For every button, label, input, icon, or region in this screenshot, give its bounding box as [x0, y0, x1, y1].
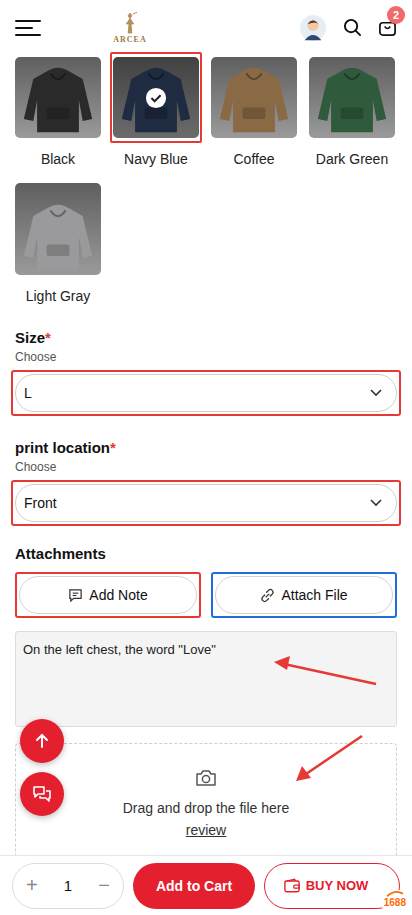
decrease-button[interactable]: − [98, 874, 110, 897]
color-label: Dark Green [316, 151, 388, 167]
note-icon [68, 588, 83, 603]
top-actions: 2 [299, 14, 397, 42]
logo[interactable]: ARCEA [113, 11, 146, 44]
annotation-box: Add Note [15, 572, 201, 618]
camera-icon [195, 768, 217, 788]
hoodie-icon [20, 62, 96, 138]
cart-count-badge: 2 [387, 6, 405, 24]
chat-button[interactable] [20, 772, 64, 816]
color-swatches: Black Navy Blue Coffee Dark Green Light Gray [0, 55, 412, 304]
field-hint: Choose [15, 460, 397, 474]
attachments-title: Attachments [15, 544, 397, 564]
field-hint: Choose [15, 350, 397, 364]
annotation-box: L [11, 370, 401, 416]
color-label: Black [41, 151, 75, 167]
arrow-up-icon [34, 733, 50, 749]
arrow-icon [274, 656, 376, 684]
swatch-image-frame [12, 52, 104, 143]
attachments-section: Attachments Add Note Attach File On the lef… [0, 544, 412, 861]
color-swatch[interactable]: Light Gray [15, 181, 101, 304]
chevron-down-icon [370, 389, 382, 397]
quantity-value[interactable]: 1 [64, 877, 72, 894]
chevron-down-icon [370, 499, 382, 507]
annotation-box: Front [11, 480, 401, 526]
note-textarea[interactable]: On the left chest, the word "Love" [15, 631, 397, 727]
dropzone-text: Drag and drop the file here [123, 800, 290, 816]
required-mark: * [110, 439, 116, 456]
color-label: Light Gray [26, 288, 91, 304]
chat-bubbles-icon [32, 784, 52, 804]
hoodie-icon [20, 199, 96, 275]
review-link[interactable]: review [186, 822, 226, 838]
swoosh-icon [386, 891, 404, 898]
select-value: Front [24, 495, 57, 511]
option-field: Size* Choose L [0, 328, 412, 416]
product-options-page: ARCEA 2 Black Navy Blue Coffee Dark Green Ligh… [0, 0, 412, 915]
annotation-box: Attach File [211, 572, 397, 618]
color-label: Coffee [234, 151, 275, 167]
logo-text: ARCEA [113, 35, 146, 44]
attachment-button-label: Attach File [281, 587, 347, 603]
hoodie-photo [15, 57, 101, 138]
annotation-arrows [0, 0, 412, 915]
top-bar: ARCEA 2 [0, 0, 412, 55]
hoodie-icon [314, 62, 390, 138]
color-swatch[interactable]: Coffee [211, 55, 297, 167]
hoodie-photo [15, 183, 101, 275]
arrow-icon [296, 736, 362, 781]
swatch-image-frame [208, 52, 300, 143]
hoodie-photo [309, 57, 395, 138]
color-swatch[interactable]: Black [15, 55, 101, 167]
figure-logo-icon [121, 11, 139, 35]
required-mark: * [45, 329, 51, 346]
field-label: Size* [15, 328, 397, 348]
swatch-image-frame [306, 52, 398, 143]
attachment-buttons: Add Note Attach File [15, 566, 397, 618]
file-dropzone[interactable]: Drag and drop the file here review [15, 743, 397, 861]
check-icon [145, 87, 167, 109]
swatch-image-frame [110, 52, 202, 143]
select-value: L [24, 385, 32, 401]
1688-badge[interactable]: 1688 [382, 890, 408, 909]
cart-button[interactable]: 2 [378, 18, 397, 37]
user-avatar-icon[interactable] [299, 14, 327, 42]
add-to-cart-button[interactable]: Add to Cart [133, 863, 255, 909]
menu-icon[interactable] [15, 19, 41, 37]
attachment-button-label: Add Note [89, 587, 147, 603]
wallet-icon [284, 878, 300, 893]
field-label: print location* [15, 438, 397, 458]
attachment-button[interactable]: Add Note [19, 576, 197, 614]
hoodie-photo [113, 57, 199, 138]
buy-now-button[interactable]: BUY NOW [264, 863, 400, 909]
search-icon[interactable] [343, 18, 362, 37]
option-field: print location* Choose Front [0, 438, 412, 526]
color-label: Navy Blue [124, 151, 188, 167]
paperclip-link-icon [260, 588, 275, 603]
select-dropdown[interactable]: L [15, 374, 397, 412]
bottom-bar: +1 −Add to Cart BUY NOW 1688 [0, 855, 412, 915]
color-swatch[interactable]: Navy Blue [113, 55, 199, 167]
color-swatch[interactable]: Dark Green [309, 55, 395, 167]
buy-now-label: BUY NOW [306, 878, 369, 893]
1688-badge-text: 1688 [384, 898, 406, 908]
increase-button[interactable]: + [26, 874, 38, 897]
attachment-button[interactable]: Attach File [215, 576, 393, 614]
swatch-image-frame [12, 178, 104, 280]
hoodie-photo [211, 57, 297, 138]
quantity-stepper: +1 − [12, 863, 124, 909]
scroll-top-button[interactable] [20, 719, 64, 763]
hoodie-icon [216, 62, 292, 138]
selected-overlay [113, 57, 199, 138]
select-dropdown[interactable]: Front [15, 484, 397, 522]
